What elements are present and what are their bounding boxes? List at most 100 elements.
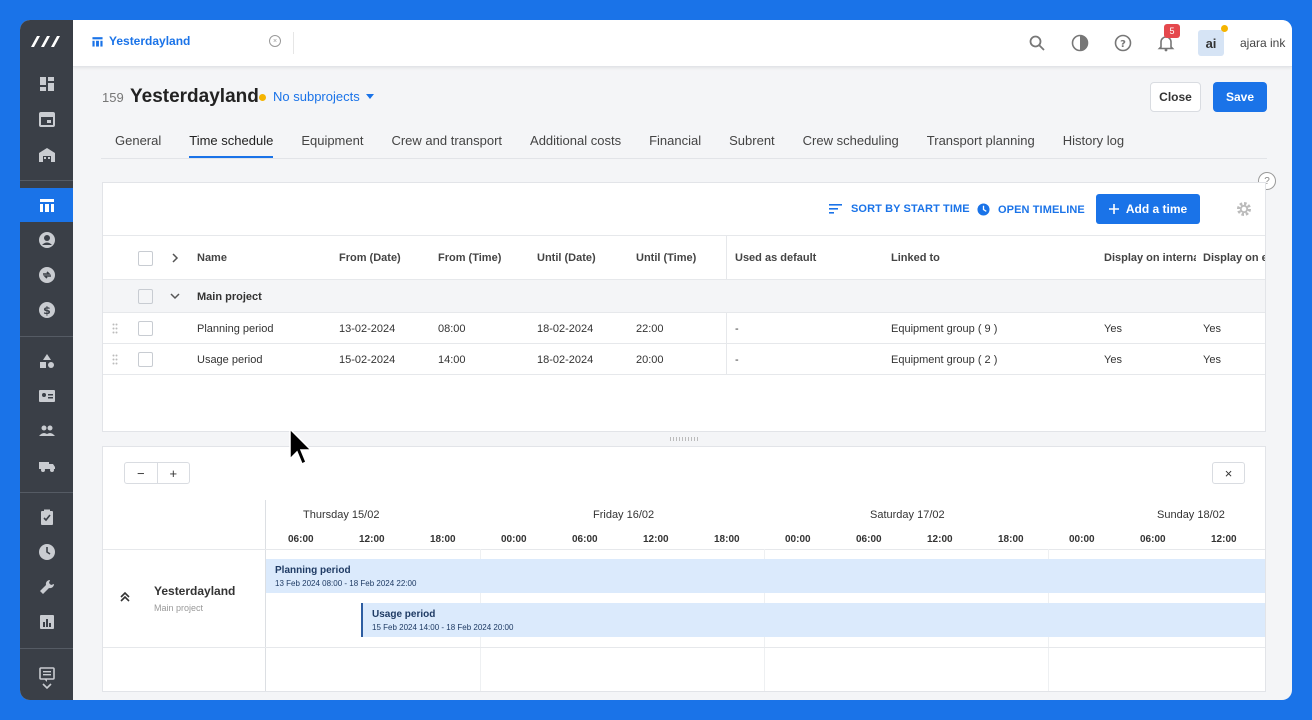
drag-handle-icon[interactable] (112, 323, 118, 334)
resource-subtitle: Main project (154, 603, 204, 613)
hour-label: 00:00 (785, 534, 811, 545)
sidebar-item-calendar[interactable] (20, 102, 73, 136)
add-time-button[interactable]: Add a time (1096, 194, 1200, 224)
notification-count-badge: 5 (1164, 24, 1180, 38)
tab-bar: General Time schedule Equipment Crew and… (101, 132, 1138, 158)
user-circle-icon (38, 232, 55, 248)
resize-handle[interactable] (102, 432, 1266, 446)
sidebar-item-contacts[interactable] (20, 223, 73, 257)
tab-crew-and-transport[interactable]: Crew and transport (377, 132, 516, 158)
tab-crew-scheduling[interactable]: Crew scheduling (789, 132, 913, 158)
table-row[interactable]: Usage period 15-02-2024 14:00 18-02-2024… (103, 344, 1265, 375)
column-header-from-date[interactable]: From (Date) (339, 252, 401, 264)
sidebar-item-reports[interactable] (20, 605, 73, 639)
column-header-until-time[interactable]: Until (Time) (636, 252, 696, 264)
dashboard-icon (39, 77, 54, 91)
group-row-main-project: Main project (103, 280, 1265, 313)
cell-display-internal: Yes (1104, 354, 1122, 366)
truck-icon (38, 462, 55, 472)
bar-subtitle: 15 Feb 2024 14:00 - 18 Feb 2024 20:00 (372, 623, 514, 632)
tab-equipment[interactable]: Equipment (287, 132, 377, 158)
column-header-from-time[interactable]: From (Time) (438, 252, 501, 264)
row-checkbox[interactable] (138, 352, 153, 367)
tab-additional-costs[interactable]: Additional costs (516, 132, 635, 158)
page-title: Yesterdayland (130, 86, 259, 107)
collapse-up-icon[interactable] (119, 591, 131, 603)
cell-from-time: 08:00 (438, 323, 466, 335)
column-header-linked-to[interactable]: Linked to (891, 252, 940, 264)
hour-label: 12:00 (1211, 534, 1237, 545)
search-button[interactable] (1026, 32, 1048, 54)
column-header-used-as-default[interactable]: Used as default (735, 252, 816, 264)
hour-label: 06:00 (1140, 534, 1166, 545)
column-header-until-date[interactable]: Until (Date) (537, 252, 596, 264)
group-checkbox[interactable] (138, 289, 153, 304)
sort-by-start-time-button[interactable]: SORT BY START TIME (829, 203, 970, 215)
tab-transport-planning[interactable]: Transport planning (913, 132, 1049, 158)
user-name[interactable]: ajara ink (1240, 36, 1285, 50)
chevron-down-icon[interactable] (170, 292, 180, 300)
time-schedule-panel: SORT BY START TIME OPEN TIMELINE Add a t… (102, 182, 1266, 432)
sidebar-item-finance[interactable]: $ (20, 293, 73, 327)
select-all-checkbox[interactable] (138, 251, 153, 266)
drag-handle-icon[interactable] (112, 354, 118, 365)
column-header-display-internal[interactable]: Display on interna (1104, 252, 1196, 264)
hour-label: 12:00 (643, 534, 669, 545)
status-dot (1221, 25, 1228, 32)
sidebar-item-transport[interactable] (20, 449, 73, 483)
people-icon (38, 425, 55, 436)
sidebar-item-tasks[interactable] (20, 500, 73, 534)
open-timeline-button[interactable]: OPEN TIMELINE (977, 203, 1085, 216)
sidebar-item-transfers[interactable] (20, 258, 73, 292)
sidebar-expand-button[interactable] (20, 676, 73, 696)
sidebar-item-projects[interactable] (20, 188, 73, 222)
sidebar-item-people[interactable] (20, 414, 73, 448)
shapes-icon (39, 354, 54, 368)
day-label: Sunday 18/02 (1157, 509, 1225, 521)
save-button[interactable]: Save (1213, 82, 1267, 112)
cell-from-date: 15-02-2024 (339, 354, 396, 366)
avatar[interactable]: ai (1198, 30, 1224, 56)
sidebar-item-crew[interactable] (20, 379, 73, 413)
help-button[interactable]: ? (1112, 32, 1134, 54)
cell-linked-to[interactable]: Equipment group ( 2 ) (891, 354, 997, 366)
hour-label: 00:00 (1069, 534, 1095, 545)
table-icon (39, 199, 54, 212)
gear-icon[interactable] (1236, 201, 1252, 217)
cell-linked-to[interactable]: Equipment group ( 9 ) (891, 323, 997, 335)
row-checkbox[interactable] (138, 321, 153, 336)
tab-general[interactable]: General (101, 132, 175, 158)
hour-label: 06:00 (288, 534, 314, 545)
zoom-in-button[interactable]: + (158, 463, 190, 483)
subprojects-dropdown[interactable]: No subprojects (273, 89, 374, 104)
cell-display-external: Yes (1203, 354, 1221, 366)
sidebar-item-time[interactable] (20, 535, 73, 569)
document-tab[interactable]: Yesterdayland (91, 34, 190, 48)
zoom-out-button[interactable]: − (125, 463, 158, 483)
column-header-name[interactable]: Name (197, 252, 227, 264)
sidebar-item-dashboard[interactable] (20, 67, 73, 101)
sidebar-item-warehouse[interactable] (20, 138, 73, 172)
chevron-right-icon[interactable] (171, 253, 179, 263)
theme-toggle-button[interactable] (1069, 32, 1091, 54)
resource-name: Yesterdayland (154, 584, 236, 598)
tab-close-icon[interactable]: × (269, 35, 281, 47)
tab-history-log[interactable]: History log (1049, 132, 1138, 158)
table-row[interactable]: Planning period 13-02-2024 08:00 18-02-2… (103, 313, 1265, 344)
help-circle-icon: ? (1114, 34, 1132, 52)
timeline-bar-planning-period[interactable]: Planning period 13 Feb 2024 08:00 - 18 F… (266, 559, 1265, 593)
cell-from-time: 14:00 (438, 354, 466, 366)
close-button[interactable]: Close (1150, 82, 1201, 112)
sidebar-item-maintenance[interactable] (20, 570, 73, 604)
app-logo[interactable] (29, 32, 65, 50)
sidebar-item-equipment[interactable] (20, 344, 73, 378)
id-card-icon (38, 390, 55, 402)
tab-financial[interactable]: Financial (635, 132, 715, 158)
tab-time-schedule[interactable]: Time schedule (175, 132, 287, 158)
column-header-display-external[interactable]: Display on ex (1203, 252, 1265, 264)
clipboard-check-icon (40, 509, 53, 525)
timeline-bar-usage-period[interactable]: Usage period 15 Feb 2024 14:00 - 18 Feb … (361, 603, 1265, 637)
close-timeline-button[interactable]: × (1212, 462, 1245, 484)
tab-subrent[interactable]: Subrent (715, 132, 789, 158)
sidebar: $ (20, 20, 73, 700)
